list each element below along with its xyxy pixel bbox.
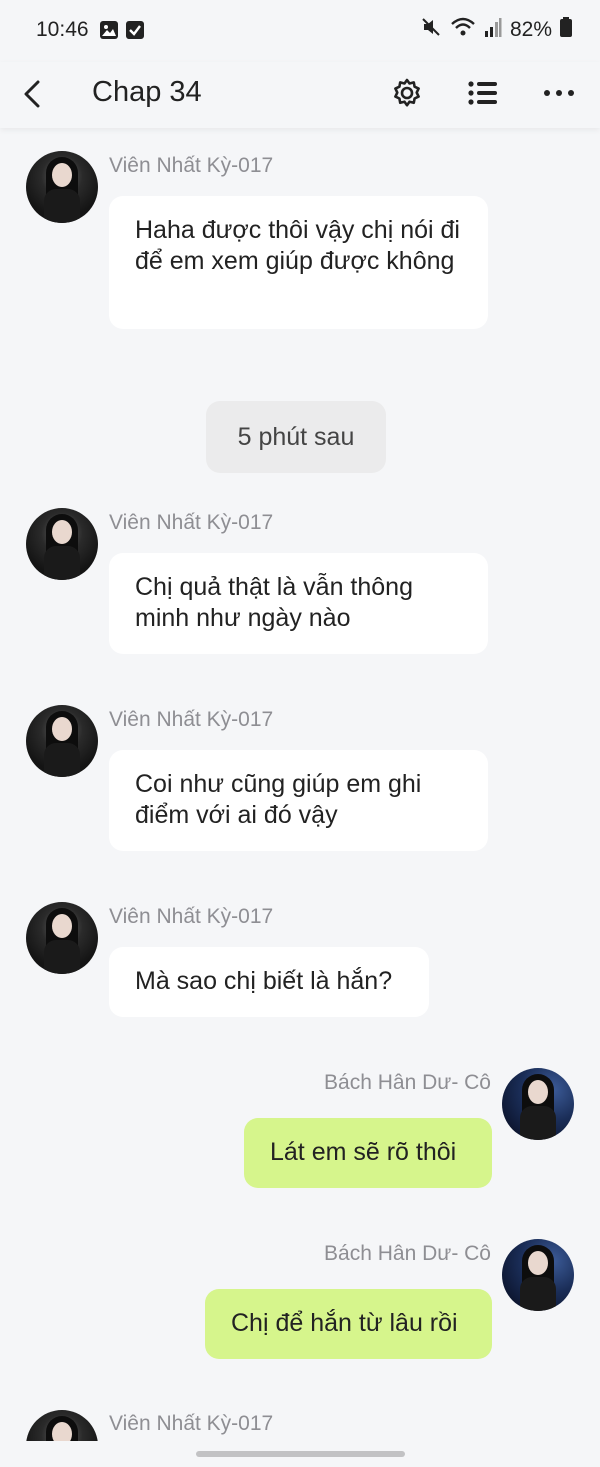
message-bubble-own: Chị để hắn từ lâu rồi (205, 1289, 492, 1359)
back-icon (24, 80, 40, 108)
sender-name: Bách Hân Dư- Cô (324, 1242, 491, 1265)
sender-name: Viên Nhất Kỳ-017 (109, 154, 274, 177)
message-bubble: Coi như cũng giúp em ghi điểm với ai đó … (109, 750, 488, 851)
message-bubble-own: Lát em sẽ rõ thôi (244, 1118, 492, 1188)
status-bar: 10:46 82% (0, 0, 600, 62)
sender-name: Viên Nhất Kỳ-017 (109, 511, 274, 534)
battery-percent: 82% (509, 17, 552, 41)
avatar[interactable] (26, 902, 98, 974)
settings-icon (394, 78, 420, 107)
battery-icon (560, 17, 572, 42)
message-bubble: Chị quả thật là vẫn thông minh như ngày … (109, 553, 488, 654)
message-bubble: Mà sao chị biết là hắn? (109, 947, 429, 1017)
sender-name: Viên Nhất Kỳ-017 (109, 708, 274, 731)
signal-icon (484, 17, 502, 42)
avatar[interactable] (26, 1410, 98, 1441)
mute-icon (420, 16, 442, 43)
check-icon (126, 21, 144, 39)
page-title: Chap 34 (92, 76, 202, 108)
sender-name: Viên Nhất Kỳ-017 (109, 1412, 274, 1435)
more-button[interactable] (538, 72, 580, 114)
chapter-list-button[interactable] (462, 72, 504, 114)
time-divider: 5 phút sau (206, 401, 386, 473)
avatar[interactable] (26, 151, 98, 223)
avatar[interactable] (502, 1068, 574, 1140)
avatar[interactable] (26, 508, 98, 580)
home-indicator[interactable] (196, 1451, 405, 1457)
settings-button[interactable] (386, 72, 428, 114)
app-bar: Chap 34 (0, 62, 600, 128)
gallery-icon (100, 21, 118, 39)
back-button[interactable] (14, 74, 50, 114)
more-icon (544, 90, 574, 96)
sender-name: Viên Nhất Kỳ-017 (109, 905, 274, 928)
avatar[interactable] (26, 705, 98, 777)
list-icon (468, 81, 497, 105)
message-bubble: Haha được thôi vậy chị nói đi để em xem … (109, 196, 488, 329)
avatar[interactable] (502, 1239, 574, 1311)
wifi-icon (450, 16, 476, 43)
sender-name: Bách Hân Dư- Cô (324, 1071, 491, 1094)
status-time: 10:46 (36, 18, 89, 41)
